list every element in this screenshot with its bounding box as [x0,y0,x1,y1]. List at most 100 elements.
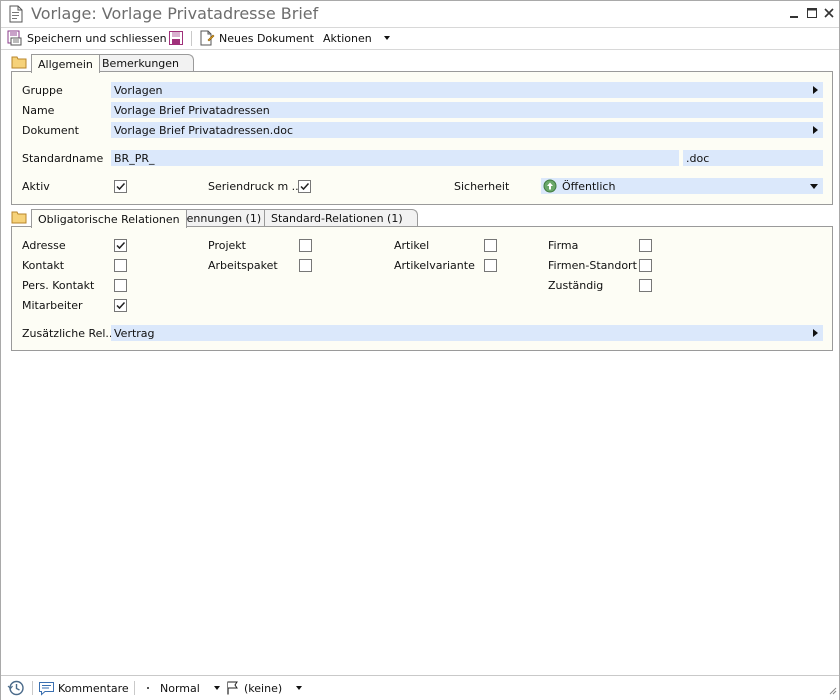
tab-bemerkungen-label: Bemerkungen [102,57,180,70]
sicherheit-select[interactable]: Öffentlich [541,178,823,194]
sicherheit-label: Sicherheit [454,180,510,193]
flag-label: (keine) [244,681,283,695]
tab-standard-relationen[interactable]: Standard-Relationen (1) [264,209,418,227]
kontakt-label: Kontakt [22,259,65,272]
dokument-value: Vorlage Brief Privatadressen.doc [114,123,294,137]
new-document-button[interactable]: Neues Dokument [199,29,314,47]
aktiv-checkbox[interactable] [114,180,127,193]
seriendruck-label: Seriendruck m ... [208,180,303,193]
name-field[interactable]: Vorlage Brief Privatadressen [111,102,823,118]
save-close-label: Speichern und schliessen [27,31,167,45]
tab-kennungen-label: Kennungen (1) [180,212,262,225]
minimize-icon[interactable] [787,6,801,20]
title-bar: Vorlage: Vorlage Privatadresse Brief [1,1,839,27]
gruppe-value: Vorlagen [114,83,163,97]
actions-menu-button[interactable]: Aktionen [323,29,390,47]
standardname-value: BR_PR_ [114,151,155,165]
extension-field[interactable]: .doc [683,150,823,166]
chevron-right-icon[interactable] [813,329,818,337]
toolbar-divider [191,31,192,46]
aktiv-label: Aktiv [22,180,50,193]
comments-button[interactable]: Kommentare [38,679,129,697]
relations-panel: Adresse Kontakt Pers. Kontakt Mitarbeite… [11,226,833,351]
artikel-label: Artikel [394,239,430,252]
tab-allgemein[interactable]: Allgemein [31,54,100,73]
dropdown-arrow-icon [383,36,390,40]
firma-label: Firma [548,239,579,252]
priority-dropdown[interactable]: Normal [147,679,220,697]
zusaetzliche-field[interactable]: Vertrag [111,325,823,341]
chevron-right-icon[interactable] [813,86,818,94]
flag-icon [227,681,238,695]
extension-value: .doc [686,151,710,165]
artikelvariante-label: Artikelvariante [394,259,475,272]
save-close-icon [7,30,22,46]
zusaetzliche-value: Vertrag [114,326,155,340]
tab-standard-relationen-label: Standard-Relationen (1) [271,212,403,225]
comments-label: Kommentare [58,681,129,695]
save-icon [169,31,183,45]
mitarbeiter-label: Mitarbeiter [22,299,83,312]
general-panel: Gruppe Vorlagen Name Vorlage Brief Priva… [11,71,833,205]
tab-bemerkungen[interactable]: Bemerkungen [95,54,195,72]
name-value: Vorlage Brief Privatadressen [114,103,270,117]
artikel-checkbox[interactable] [484,239,497,252]
save-button[interactable] [168,29,188,47]
status-divider [134,681,135,695]
tab-kennungen[interactable]: Kennungen (1) [173,209,269,227]
zusaetzliche-label: Zusätzliche Rel... [22,327,116,340]
dokument-field[interactable]: Vorlage Brief Privatadressen.doc [111,122,823,138]
maximize-icon[interactable] [805,6,819,20]
mitarbeiter-checkbox[interactable] [114,299,127,312]
history-button[interactable] [7,679,25,697]
public-globe-icon [543,179,557,193]
firmen-standort-checkbox[interactable] [639,259,652,272]
dialog-window: Vorlage: Vorlage Privatadresse Brief Spe… [0,0,840,700]
comment-icon [39,681,54,696]
arbeitspaket-label: Arbeitspaket [208,259,278,272]
toolbar: Speichern und schliessen Neues Dokument … [1,27,839,50]
flag-dropdown[interactable]: (keine) [225,679,303,697]
relations-tabstrip: Obligatorische Relationen Kennungen (1) … [11,209,431,228]
arbeitspaket-checkbox[interactable] [299,259,312,272]
chevron-right-icon[interactable] [813,126,818,134]
tab-obligatorische-label: Obligatorische Relationen [38,212,180,226]
dropdown-arrow-icon[interactable] [810,184,818,189]
name-label: Name [22,104,55,117]
firmen-standort-label: Firmen-Standort [548,259,637,272]
seriendruck-checkbox[interactable] [298,180,311,193]
projekt-label: Projekt [208,239,246,252]
kontakt-checkbox[interactable] [114,259,127,272]
document-icon [8,5,24,26]
resize-grip-icon[interactable] [827,685,837,698]
history-icon [7,680,24,696]
zustaendig-label: Zuständig [548,279,604,292]
actions-label: Aktionen [323,31,372,45]
pers-kontakt-checkbox[interactable] [114,279,127,292]
folder-icon [11,55,27,72]
status-divider [32,681,33,695]
tab-obligatorische-relationen[interactable]: Obligatorische Relationen [31,209,187,228]
adresse-checkbox[interactable] [114,239,127,252]
sicherheit-value: Öffentlich [562,179,616,193]
artikelvariante-checkbox[interactable] [484,259,497,272]
status-bar: Kommentare Normal (keine) [1,675,839,700]
standardname-field[interactable]: BR_PR_ [111,150,679,166]
standardname-label: Standardname [22,152,104,165]
close-icon[interactable] [822,6,836,20]
save-close-button[interactable]: Speichern und schliessen [7,29,167,47]
folder-icon [11,210,27,227]
dropdown-arrow-icon [296,686,303,690]
zustaendig-checkbox[interactable] [639,279,652,292]
projekt-checkbox[interactable] [299,239,312,252]
dropdown-arrow-icon [213,686,220,690]
firma-checkbox[interactable] [639,239,652,252]
pers-kontakt-label: Pers. Kontakt [22,279,95,292]
general-tabstrip: Allgemein Bemerkungen [11,54,411,73]
gruppe-field[interactable]: Vorlagen [111,82,823,98]
new-document-label: Neues Dokument [219,31,314,45]
priority-dot-icon [147,687,149,689]
new-document-icon [200,30,215,46]
gruppe-label: Gruppe [22,84,63,97]
adresse-label: Adresse [22,239,66,252]
